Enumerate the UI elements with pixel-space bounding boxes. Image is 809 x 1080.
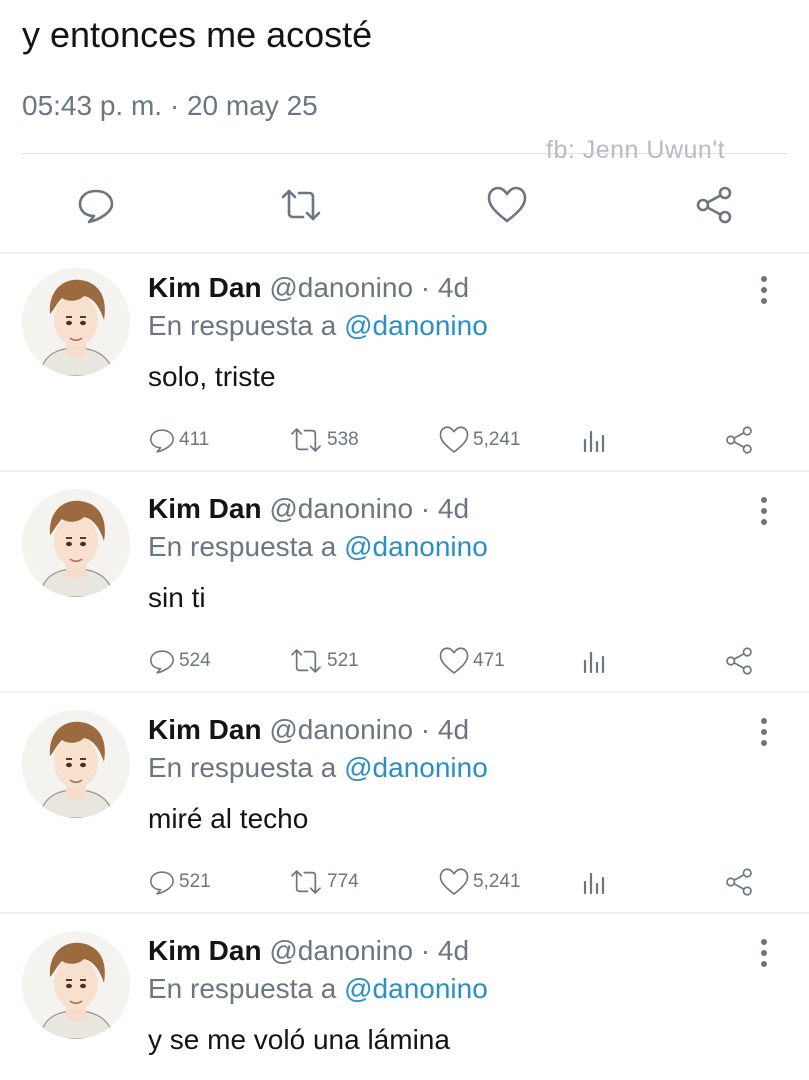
like-button[interactable]: 5,241 bbox=[438, 866, 521, 898]
author-name[interactable]: Kim Dan bbox=[148, 714, 262, 745]
author-line[interactable]: Kim Dan @danonino · 4d bbox=[148, 935, 469, 967]
analytics-button[interactable] bbox=[580, 424, 608, 456]
reply-context: En respuesta a @danonino bbox=[148, 973, 488, 1005]
analytics-button[interactable] bbox=[580, 645, 608, 677]
reply-text: y se me voló una lámina bbox=[148, 1024, 450, 1055]
like-count: 5,241 bbox=[473, 871, 521, 892]
reply-icon bbox=[78, 189, 114, 224]
like-button[interactable] bbox=[482, 180, 532, 230]
reply-count: 524 bbox=[179, 650, 211, 671]
tweet-timestamp: 05:43 p. m. · 20 may 25 bbox=[22, 90, 318, 121]
avatar-illustration bbox=[22, 931, 130, 1039]
mention-link[interactable]: @danonino bbox=[344, 973, 488, 1004]
mention-link[interactable]: @danonino bbox=[344, 531, 488, 562]
avatar-illustration bbox=[22, 489, 130, 597]
analytics-button[interactable] bbox=[580, 866, 608, 898]
share-icon bbox=[726, 426, 752, 454]
share-button[interactable] bbox=[722, 866, 756, 898]
divider bbox=[0, 252, 809, 254]
like-count: 471 bbox=[473, 650, 505, 671]
share-button[interactable] bbox=[722, 424, 756, 456]
avatar[interactable] bbox=[22, 710, 130, 818]
retweet-icon bbox=[281, 189, 321, 221]
author-line[interactable]: Kim Dan @danonino · 4d bbox=[148, 272, 469, 304]
reply-text: miré al techo bbox=[148, 803, 309, 834]
more-options-button[interactable] bbox=[752, 935, 776, 971]
avatar-illustration bbox=[22, 268, 130, 376]
share-button[interactable] bbox=[689, 180, 739, 230]
author-handle: @danonino · 4d bbox=[269, 493, 470, 524]
reply-count: 521 bbox=[179, 871, 211, 892]
like-button[interactable]: 471 bbox=[438, 645, 505, 677]
reply-context: En respuesta a @danonino bbox=[148, 310, 488, 342]
reply-item[interactable]: Kim Dan @danonino · 4d En respuesta a @d… bbox=[0, 479, 809, 699]
reply-count: 411 bbox=[179, 429, 210, 450]
author-handle: @danonino · 4d bbox=[269, 272, 470, 303]
heart-icon bbox=[439, 647, 469, 674]
retweet-icon bbox=[291, 649, 321, 673]
analytics-icon bbox=[583, 651, 605, 674]
share-icon bbox=[696, 186, 732, 224]
retweet-button[interactable]: 774 bbox=[288, 866, 359, 898]
more-options-button[interactable] bbox=[752, 714, 776, 750]
author-handle: @danonino · 4d bbox=[269, 935, 470, 966]
reply-button[interactable]: 521 bbox=[148, 866, 211, 898]
reply-text: sin ti bbox=[148, 582, 206, 613]
author-line[interactable]: Kim Dan @danonino · 4d bbox=[148, 493, 469, 525]
share-icon bbox=[726, 647, 752, 675]
reply-prefix: En respuesta a bbox=[148, 752, 345, 783]
reply-context: En respuesta a @danonino bbox=[148, 752, 488, 784]
reply-icon bbox=[150, 871, 174, 895]
share-icon bbox=[726, 868, 752, 896]
reply-button[interactable]: 524 bbox=[148, 645, 211, 677]
reply-context: En respuesta a @danonino bbox=[148, 531, 488, 563]
mention-link[interactable]: @danonino bbox=[344, 310, 488, 341]
retweet-button[interactable]: 538 bbox=[288, 424, 359, 456]
divider bbox=[0, 691, 809, 693]
reply-prefix: En respuesta a bbox=[148, 310, 345, 341]
retweet-count: 538 bbox=[327, 429, 359, 450]
like-button[interactable]: 5,241 bbox=[438, 424, 521, 456]
retweet-count: 521 bbox=[327, 650, 359, 671]
retweet-button[interactable]: 521 bbox=[288, 645, 359, 677]
reply-icon bbox=[150, 650, 174, 674]
retweet-icon bbox=[291, 428, 321, 452]
tweet-text: y entonces me acosté bbox=[22, 14, 373, 55]
avatar-illustration bbox=[22, 710, 130, 818]
avatar[interactable] bbox=[22, 268, 130, 376]
reply-text: solo, triste bbox=[148, 361, 276, 392]
more-options-button[interactable] bbox=[752, 272, 776, 308]
reply-item[interactable]: Kim Dan @danonino · 4d En respuesta a @d… bbox=[0, 700, 809, 920]
share-button[interactable] bbox=[722, 645, 756, 677]
reply-icon bbox=[150, 429, 174, 453]
divider bbox=[0, 912, 809, 914]
heart-icon bbox=[439, 426, 469, 453]
reply-button[interactable]: 411 bbox=[148, 424, 209, 456]
more-options-button[interactable] bbox=[752, 493, 776, 529]
retweet-count: 774 bbox=[327, 871, 359, 892]
reply-prefix: En respuesta a bbox=[148, 973, 345, 1004]
author-name[interactable]: Kim Dan bbox=[148, 935, 262, 966]
author-line[interactable]: Kim Dan @danonino · 4d bbox=[148, 714, 469, 746]
heart-icon bbox=[487, 186, 527, 223]
analytics-icon bbox=[583, 430, 605, 453]
reply-button[interactable] bbox=[71, 180, 121, 230]
watermark: fb: Jenn Uwun't bbox=[546, 136, 726, 164]
avatar[interactable] bbox=[22, 931, 130, 1039]
reply-prefix: En respuesta a bbox=[148, 531, 345, 562]
author-name[interactable]: Kim Dan bbox=[148, 493, 262, 524]
author-name[interactable]: Kim Dan bbox=[148, 272, 262, 303]
tweet-action-bar bbox=[0, 180, 809, 232]
reply-item[interactable]: Kim Dan @danonino · 4d En respuesta a @d… bbox=[0, 258, 809, 478]
avatar[interactable] bbox=[22, 489, 130, 597]
like-count: 5,241 bbox=[473, 429, 521, 450]
retweet-icon bbox=[291, 870, 321, 894]
analytics-icon bbox=[583, 872, 605, 895]
author-handle: @danonino · 4d bbox=[269, 714, 470, 745]
reply-item[interactable]: Kim Dan @danonino · 4d En respuesta a @d… bbox=[0, 921, 809, 1080]
mention-link[interactable]: @danonino bbox=[344, 752, 488, 783]
retweet-button[interactable] bbox=[276, 180, 326, 230]
heart-icon bbox=[439, 868, 469, 895]
divider bbox=[0, 470, 809, 472]
